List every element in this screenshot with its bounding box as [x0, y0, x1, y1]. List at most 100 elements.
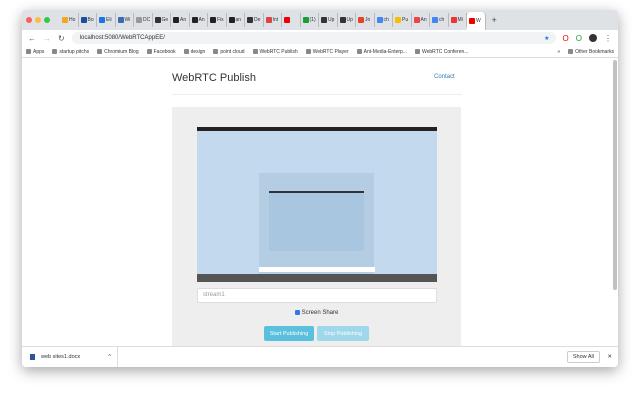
browser-tab[interactable]	[282, 13, 301, 27]
bookmark-star-icon[interactable]: ★	[544, 35, 549, 42]
opera-extension-icon[interactable]: O	[563, 34, 569, 43]
download-shelf: web sites1.docx ^ Show All ✕	[22, 346, 618, 367]
show-all-button[interactable]: Show All	[566, 351, 600, 363]
avatar[interactable]	[589, 34, 597, 42]
favicon-icon	[413, 17, 420, 23]
favicon-icon	[117, 17, 124, 23]
browser-tab[interactable]: Ge	[153, 13, 171, 27]
bookmark-item[interactable]: startup pitchs	[52, 49, 89, 55]
other-bookmarks-label: Other Bookmarks	[575, 48, 614, 55]
stream-name-input[interactable]: stream1	[197, 288, 437, 303]
page-title: WebRTC Publish	[172, 72, 256, 84]
favicon-icon	[450, 17, 457, 23]
stop-publishing-button[interactable]: Stop Publishing	[317, 326, 369, 341]
bookmark-label: Ant-Media-Enterp...	[363, 48, 407, 55]
screen-share-checkbox[interactable]	[294, 310, 300, 315]
favicon-icon	[173, 17, 179, 23]
toolbar: ← → ↻ localhost:5080/WebRTCAppEE/ ★ O O ⋮	[22, 30, 618, 46]
tab-label: An	[180, 17, 187, 23]
bookmark-item[interactable]: Facebook	[146, 49, 176, 55]
bookmarks-bar: Apps startup pitchs Chromium Blog Facebook d…	[22, 46, 618, 58]
scrollbar[interactable]	[613, 60, 617, 290]
address-bar[interactable]: localhost:5080/WebRTCAppEE/ ★	[71, 32, 556, 44]
other-bookmarks[interactable]: Other Bookmarks	[568, 49, 614, 55]
browser-tab[interactable]: W	[467, 12, 486, 30]
browser-tab[interactable]: an	[227, 13, 245, 27]
browser-tab[interactable]: (1)	[301, 13, 319, 27]
more-bookmarks-button[interactable]: »	[557, 49, 560, 55]
favicon-icon	[469, 18, 475, 24]
download-item[interactable]: web sites1.docx ^	[22, 347, 118, 367]
tab-label: Ge	[161, 17, 169, 23]
new-tab-button[interactable]: +	[492, 15, 497, 25]
word-file-icon	[30, 354, 35, 360]
bookmark-icon	[97, 48, 103, 54]
browser-tab[interactable]: Up	[319, 13, 338, 27]
browser-tab[interactable]: Ho	[60, 13, 79, 27]
bookmark-item[interactable]: design	[183, 48, 205, 55]
tab-label: Fix	[217, 17, 224, 23]
tab-label: Jo	[365, 17, 371, 23]
browser-tab[interactable]: An	[190, 13, 208, 27]
contact-link[interactable]: Contact	[434, 74, 455, 80]
start-publishing-button[interactable]: Start Publishing	[264, 326, 314, 341]
browser-tab[interactable]: Int	[264, 13, 282, 27]
chevron-up-icon[interactable]: ^	[108, 354, 111, 360]
bookmark-label: Apps	[33, 48, 45, 55]
favicon-icon	[99, 17, 105, 23]
browser-tab[interactable]: ch	[430, 13, 449, 27]
bookmark-label: WebRTC Player	[312, 48, 349, 55]
bookmark-label: Chromium Blog	[104, 48, 139, 55]
tab-label: Ho	[69, 17, 76, 23]
browser-tab[interactable]: De	[245, 13, 264, 27]
bookmark-item[interactable]: Apps	[26, 49, 44, 55]
bookmark-item[interactable]: WebRTC Publish	[252, 48, 298, 55]
browser-tab[interactable]: Wi	[116, 13, 134, 27]
screen-share-option: Screen Share	[172, 310, 461, 316]
favicon-icon	[376, 17, 383, 23]
download-filename: web sites1.docx	[41, 354, 81, 360]
tab-label: DC	[143, 17, 151, 23]
favicon-icon	[395, 17, 401, 23]
browser-tab[interactable]: Fix	[208, 13, 227, 27]
tab-label: An	[198, 17, 205, 23]
browser-tab[interactable]: Eli	[97, 13, 116, 27]
tab-label: Eli	[106, 17, 112, 23]
bookmark-item[interactable]: WebRTC Conferen...	[414, 49, 469, 55]
bookmark-item[interactable]: Chromium Blog	[97, 48, 139, 55]
reload-icon[interactable]: ↻	[58, 34, 65, 43]
favicon-icon	[284, 17, 290, 23]
page-content: WebRTC Publish Contact stream1 Screen Sh…	[22, 58, 618, 347]
tab-label: an	[235, 17, 242, 23]
back-icon[interactable]: ←	[28, 34, 36, 43]
nested-preview-inner	[269, 191, 364, 251]
bookmark-item[interactable]: Ant-Media-Enterp...	[356, 48, 407, 55]
tab-label: De	[254, 17, 261, 23]
minimize-window-icon[interactable]	[35, 17, 41, 23]
close-window-icon[interactable]	[26, 17, 32, 23]
browser-tab[interactable]: DC	[134, 13, 153, 27]
bookmark-item[interactable]: WebRTC Player	[305, 48, 349, 55]
browser-tab[interactable]: Mi	[449, 13, 467, 27]
bookmark-icon	[52, 48, 58, 54]
close-shelf-icon[interactable]: ✕	[607, 354, 612, 360]
extension-icon[interactable]: O	[576, 34, 582, 43]
browser-window: Ho Bo Eli Wi DC Ge An An Fix an De Int (1) Up Up Jo ch Pu…	[22, 10, 618, 367]
maximize-window-icon[interactable]	[44, 17, 50, 23]
bookmark-label: WebRTC Publish	[259, 48, 298, 55]
forward-icon[interactable]: →	[43, 34, 51, 43]
browser-tab[interactable]: Pu	[393, 13, 412, 27]
browser-tab[interactable]: ch	[375, 13, 393, 27]
browser-tab[interactable]: An	[171, 13, 190, 27]
menu-icon[interactable]: ⋮	[604, 34, 612, 43]
dock	[197, 274, 437, 282]
favicon-icon	[358, 17, 364, 23]
tab-label: Pu	[402, 17, 409, 23]
tab-label: An	[420, 17, 427, 23]
bookmark-item[interactable]: point cloud	[213, 49, 245, 55]
browser-tab[interactable]: An	[412, 13, 430, 27]
browser-tab[interactable]: Bo	[79, 13, 97, 27]
bookmark-icon	[183, 48, 189, 54]
browser-tab[interactable]: Jo	[356, 13, 375, 27]
browser-tab[interactable]: Up	[338, 13, 356, 27]
